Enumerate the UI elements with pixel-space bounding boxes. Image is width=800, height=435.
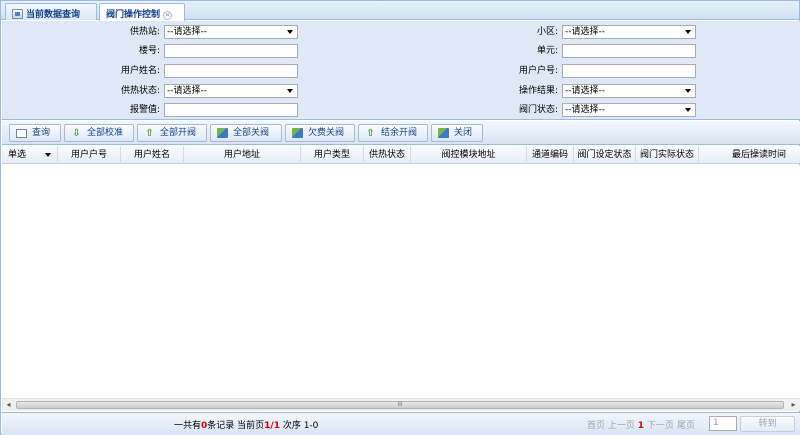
arrow-up-icon: ⇧ bbox=[366, 128, 375, 139]
column-header[interactable]: 通道编码 bbox=[527, 146, 574, 164]
valve-status-label: 阀门状态: bbox=[518, 105, 558, 115]
building-input[interactable] bbox=[164, 44, 298, 58]
arrow-down-icon: ⇩ bbox=[72, 128, 81, 139]
grid-header: 单选 用户户号 用户姓名 用户地址 用户类型 供热状态 阀控模块地址 通道编码 … bbox=[2, 146, 800, 164]
image-icon bbox=[12, 9, 23, 19]
image-icon bbox=[292, 128, 303, 138]
account-label: 用户户号: bbox=[518, 66, 558, 76]
heat-status-select[interactable]: --请选择-- bbox=[164, 84, 298, 98]
pagination-bar: 一共有0条记录 当前页1/1 次序 1-0 首页 上一页 1 下一页 尾页 1 … bbox=[2, 412, 800, 435]
prev-page-link[interactable]: 上一页 bbox=[608, 421, 635, 431]
app-window: 当前数据查询 阀门操作控制 × 供热站: --请选择-- 楼号: 用户姓名: 供热… bbox=[0, 0, 800, 435]
heat-status-label: 供热状态: bbox=[120, 86, 160, 96]
open-all-button[interactable]: ⇧ 全部开阀 bbox=[137, 124, 207, 142]
chevron-down-icon bbox=[685, 30, 691, 34]
select-mode-dropdown[interactable]: 单选 bbox=[2, 146, 58, 164]
column-header[interactable]: 最后操读时间 bbox=[699, 146, 800, 164]
first-page-link[interactable]: 首页 bbox=[587, 421, 605, 431]
result-select[interactable]: --请选择-- bbox=[562, 84, 696, 98]
account-input[interactable] bbox=[562, 64, 696, 78]
alarm-input[interactable] bbox=[164, 103, 298, 117]
chevron-down-icon bbox=[45, 153, 51, 157]
goto-page-input[interactable]: 1 bbox=[709, 416, 737, 431]
unit-label: 单元: bbox=[536, 46, 558, 56]
close-icon[interactable]: × bbox=[163, 11, 173, 20]
action-toolbar: 查询 ⇩ 全部校准 ⇧ 全部开阀 全部关阀 欠费关阀 ⇧ 结余开阀 关闭 bbox=[2, 121, 800, 145]
column-header[interactable]: 供热状态 bbox=[364, 146, 411, 164]
station-label: 供热站: bbox=[129, 27, 160, 37]
community-select[interactable]: --请选择-- bbox=[562, 25, 696, 39]
chevron-down-icon bbox=[685, 89, 691, 93]
close-button-label: 关闭 bbox=[454, 128, 473, 138]
column-header[interactable]: 用户类型 bbox=[301, 146, 364, 164]
username-input[interactable] bbox=[164, 64, 298, 78]
tab-label: 阀门操作控制 bbox=[106, 10, 161, 20]
arrears-close-button[interactable]: 欠费关阀 bbox=[285, 124, 355, 142]
image-icon bbox=[438, 128, 449, 138]
community-select-value: --请选择-- bbox=[565, 27, 605, 37]
valve-status-select-value: --请选择-- bbox=[565, 105, 605, 115]
filter-form: 供热站: --请选择-- 楼号: 用户姓名: 供热状态: --请选择-- 报警值… bbox=[2, 21, 800, 120]
arrears-close-label: 欠费关阀 bbox=[308, 128, 345, 138]
record-summary: 一共有0条记录 当前页1/1 次序 1-0 bbox=[174, 418, 318, 431]
community-label: 小区: bbox=[536, 27, 558, 37]
tab-bar: 当前数据查询 阀门操作控制 × bbox=[1, 1, 799, 21]
station-select-value: --请选择-- bbox=[167, 27, 207, 37]
column-header[interactable]: 阀门实际状态 bbox=[636, 146, 699, 164]
close-all-button[interactable]: 全部关阀 bbox=[210, 124, 282, 142]
valve-status-select[interactable]: --请选择-- bbox=[562, 103, 696, 117]
station-select[interactable]: --请选择-- bbox=[164, 25, 298, 39]
chevron-down-icon bbox=[287, 30, 293, 34]
grid-body bbox=[2, 165, 800, 398]
query-button-label: 查询 bbox=[32, 128, 51, 138]
result-select-value: --请选择-- bbox=[565, 86, 605, 96]
last-page-link[interactable]: 尾页 bbox=[677, 421, 695, 431]
query-button[interactable]: 查询 bbox=[9, 124, 61, 142]
arrow-up-icon: ⇧ bbox=[145, 128, 154, 139]
column-header[interactable]: 阀控模块地址 bbox=[411, 146, 527, 164]
column-header[interactable]: 用户地址 bbox=[184, 146, 301, 164]
tab-valve-control[interactable]: 阀门操作控制 × bbox=[99, 3, 185, 21]
image-icon bbox=[217, 128, 228, 138]
tab-label: 当前数据查询 bbox=[26, 10, 81, 20]
horizontal-scrollbar[interactable]: ◂ III ▸ bbox=[2, 398, 800, 411]
unit-input[interactable] bbox=[562, 44, 696, 58]
close-button[interactable]: 关闭 bbox=[431, 124, 483, 142]
scroll-left-icon[interactable]: ◂ bbox=[2, 399, 15, 411]
scroll-thumb[interactable]: III bbox=[16, 401, 784, 409]
tab-current-data-query[interactable]: 当前数据查询 bbox=[5, 3, 97, 20]
close-all-label: 全部关阀 bbox=[233, 128, 270, 138]
chevron-down-icon bbox=[685, 108, 691, 112]
order-text: 次序 1-0 bbox=[279, 421, 319, 431]
result-label: 操作结果: bbox=[518, 86, 558, 96]
calibrate-all-label: 全部校准 bbox=[87, 128, 124, 138]
column-header[interactable]: 用户姓名 bbox=[121, 146, 184, 164]
document-icon bbox=[16, 129, 27, 138]
goto-button[interactable]: 转到 bbox=[740, 416, 795, 432]
column-header[interactable]: 用户户号 bbox=[58, 146, 121, 164]
select-mode-label: 单选 bbox=[8, 150, 27, 160]
scroll-right-icon[interactable]: ▸ bbox=[787, 399, 800, 411]
column-header[interactable]: 阀门设定状态 bbox=[574, 146, 636, 164]
total-suffix: 条记录 当前页 bbox=[207, 421, 265, 431]
next-page-link[interactable]: 下一页 bbox=[647, 421, 674, 431]
alarm-label: 报警值: bbox=[129, 105, 160, 115]
chevron-down-icon bbox=[287, 89, 293, 93]
current-page: 1/1 bbox=[264, 421, 280, 431]
username-label: 用户姓名: bbox=[120, 66, 160, 76]
building-label: 楼号: bbox=[138, 46, 160, 56]
balance-open-label: 结余开阀 bbox=[381, 128, 418, 138]
page-number[interactable]: 1 bbox=[638, 421, 644, 431]
open-all-label: 全部开阀 bbox=[160, 128, 197, 138]
total-prefix: 一共有 bbox=[174, 421, 202, 431]
calibrate-all-button[interactable]: ⇩ 全部校准 bbox=[64, 124, 134, 142]
balance-open-button[interactable]: ⇧ 结余开阀 bbox=[358, 124, 428, 142]
heat-status-select-value: --请选择-- bbox=[167, 86, 207, 96]
pager-nav: 首页 上一页 1 下一页 尾页 bbox=[587, 418, 695, 431]
